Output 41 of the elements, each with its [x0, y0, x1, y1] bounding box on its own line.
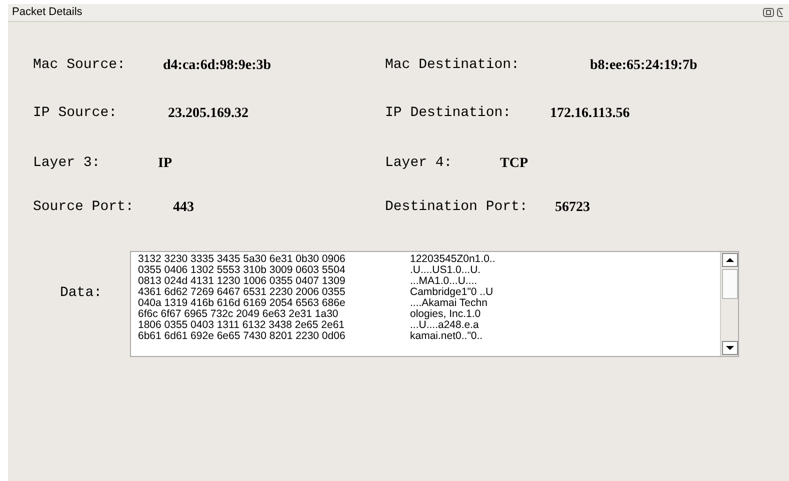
field-label: IP Destination:: [385, 104, 512, 122]
scroll-up-icon[interactable]: [722, 253, 738, 267]
field-value: d4:ca:6d:98:9e:3b: [163, 57, 272, 75]
ascii-text: ...MA1.0...U....: [410, 276, 478, 287]
scroll-down-icon[interactable]: [722, 341, 738, 355]
window-title: Packet Details: [12, 5, 82, 20]
ascii-text: ....Akamai Techn: [410, 298, 488, 309]
field-value: 443: [173, 198, 194, 216]
field-label: Destination Port:: [385, 198, 529, 216]
scrollbar[interactable]: [720, 252, 738, 356]
hex-bytes: 040a 1319 416b 616d 6169 2054 6563 686e: [138, 298, 346, 309]
field-value: 172.16.113.56: [550, 104, 630, 122]
ascii-text: ologies, Inc.1.0: [410, 309, 481, 320]
hex-bytes: 6f6c 6f67 6965 732c 2049 6e63 2e31 1a30: [138, 309, 340, 320]
field-label: Source Port:: [33, 198, 135, 216]
data-label: Data:: [60, 284, 104, 303]
hex-bytes: 4361 6d62 7269 6467 6531 2230 2006 0355: [138, 287, 346, 298]
scroll-thumb[interactable]: [722, 269, 738, 299]
ascii-text: Cambridge1"0 ..U: [410, 287, 494, 298]
field-value: 23.205.169.32: [168, 104, 248, 122]
field-value: b8:ee:65:24:19:7b: [590, 57, 698, 75]
hex-bytes: 0813 024d 4131 1230 1006 0355 0407 1309: [138, 276, 346, 287]
hex-bytes: 0355 0406 1302 5553 310b 3009 0603 5504: [138, 265, 346, 276]
field-value: TCP: [500, 154, 528, 172]
ascii-text: .U....US1.0...U.: [410, 265, 481, 276]
ascii-text: ...U....a248.e.a: [410, 320, 479, 331]
field-label: IP Source:: [33, 104, 118, 122]
close-icon[interactable]: [777, 8, 783, 17]
data-text-area[interactable]: [130, 251, 739, 357]
hex-bytes: 1806 0355 0403 1311 6132 3438 2e65 2e61: [138, 320, 346, 331]
hex-bytes: 3132 3230 3335 3435 5a30 6e31 0b30 0906: [138, 254, 346, 265]
ascii-text: 12203545Z0n1.0..: [410, 254, 496, 265]
restore-icon[interactable]: [763, 8, 774, 17]
field-value: IP: [158, 154, 172, 172]
hex-bytes: 6b61 6d61 692e 6e65 7430 8201 2230 0d06: [138, 331, 346, 342]
field-label: Layer 4:: [385, 154, 454, 172]
field-label: Mac Source:: [33, 56, 126, 75]
field-label: Layer 3:: [33, 154, 102, 172]
ascii-text: kamai.net0.."0..: [410, 331, 483, 342]
field-label: Mac Destination:: [385, 56, 520, 75]
field-value: 56723: [555, 198, 590, 216]
